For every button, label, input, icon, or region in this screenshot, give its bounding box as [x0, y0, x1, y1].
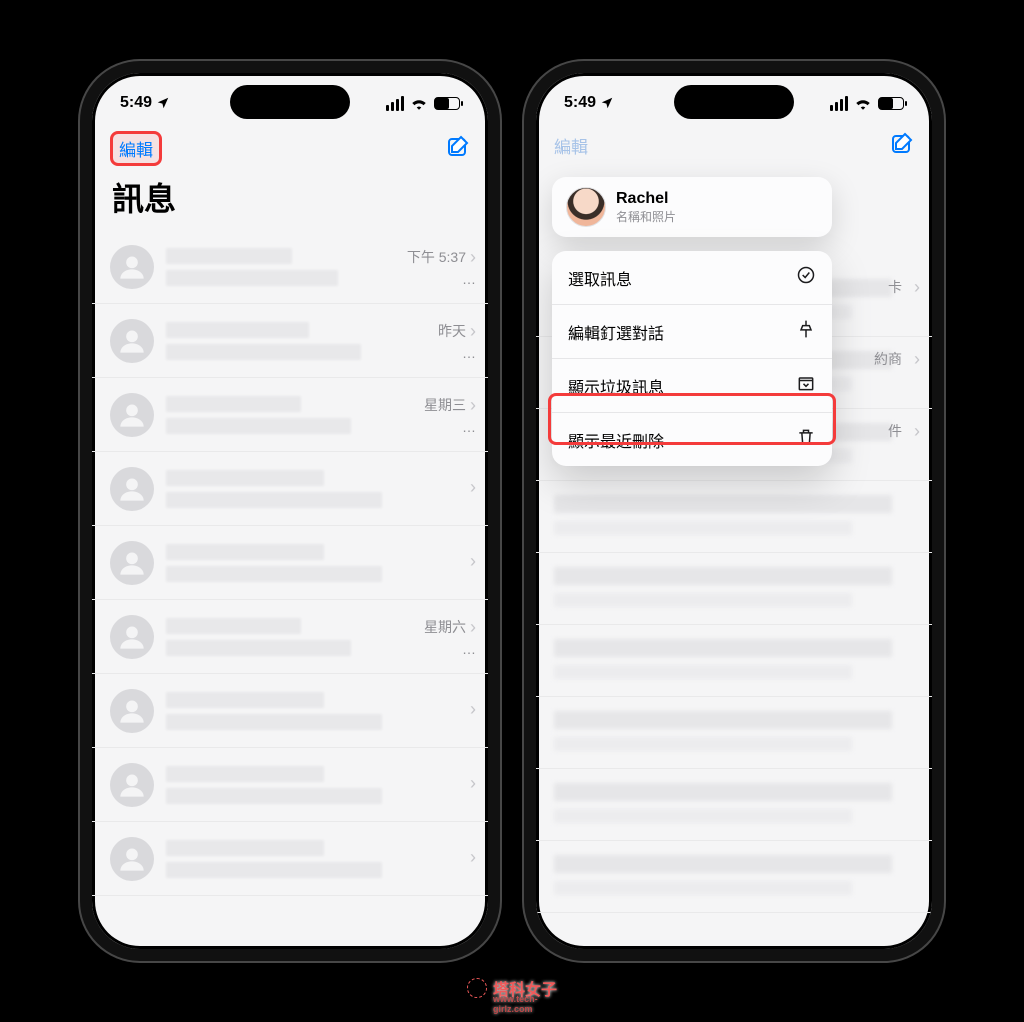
edit-menu: 選取訊息 編輯釘選對話 顯示垃圾訊息 顯示最近刪除	[552, 251, 832, 466]
message-row[interactable]: ›	[92, 822, 488, 896]
battery-icon	[434, 97, 460, 110]
avatar-icon	[110, 319, 154, 363]
chevron-right-icon: ›	[470, 774, 476, 792]
message-timestamp: 下午 5:37	[407, 247, 466, 267]
status-time: 5:49	[120, 94, 152, 112]
message-preview	[166, 766, 454, 804]
watermark-url: www.tech-girlz.com	[493, 994, 557, 1014]
bg-fragment: 件	[888, 421, 902, 441]
chevron-right-icon: ›	[470, 478, 476, 496]
phone-left: 5:49 編輯 訊息	[80, 61, 500, 961]
message-preview	[166, 470, 454, 508]
chevron-right-icon: ›	[470, 700, 476, 718]
avatar-icon	[110, 689, 154, 733]
menu-item-label: 顯示垃圾訊息	[568, 374, 664, 398]
message-row[interactable]: 昨天 › …	[92, 304, 488, 378]
chevron-right-icon: ›	[470, 248, 476, 266]
message-preview	[166, 692, 454, 730]
check-circle-icon	[796, 265, 816, 290]
message-preview	[166, 840, 454, 878]
wifi-icon	[854, 96, 872, 110]
chevron-right-icon: ›	[914, 349, 920, 370]
location-icon	[600, 96, 614, 110]
message-row[interactable]: 下午 5:37 › …	[92, 230, 488, 304]
menu-item-pin[interactable]: 編輯釘選對話	[552, 305, 832, 359]
avatar-icon	[110, 393, 154, 437]
memoji-avatar	[566, 187, 606, 227]
message-preview	[166, 322, 426, 360]
phone-right: 5:49 編輯 卡 › 約商	[524, 61, 944, 961]
message-row[interactable]: ›	[92, 674, 488, 748]
profile-name: Rachel	[616, 190, 676, 208]
message-row[interactable]: ›	[92, 748, 488, 822]
edit-button[interactable]: 編輯	[110, 131, 162, 166]
background-message-list: 卡 › 約商 › 件 ›	[536, 125, 932, 949]
status-time: 5:49	[564, 94, 596, 112]
nav-bar: 編輯	[92, 125, 488, 168]
menu-item-archive[interactable]: 顯示垃圾訊息	[552, 359, 832, 413]
menu-item-label: 選取訊息	[568, 266, 632, 290]
location-icon	[156, 96, 170, 110]
cellular-icon	[386, 96, 404, 111]
message-list: 下午 5:37 › … 昨天 › … 星期三	[92, 230, 488, 896]
message-row[interactable]: ›	[92, 526, 488, 600]
avatar-icon	[110, 467, 154, 511]
message-row[interactable]: ›	[92, 452, 488, 526]
message-row[interactable]: 星期三 › …	[92, 378, 488, 452]
menu-item-label: 顯示最近刪除	[568, 428, 664, 452]
chevron-right-icon: ›	[470, 848, 476, 866]
cellular-icon	[830, 96, 848, 111]
avatar-icon	[110, 245, 154, 289]
menu-item-label: 編輯釘選對話	[568, 320, 664, 344]
pin-icon	[796, 319, 816, 344]
watermark-icon	[467, 978, 487, 998]
profile-card[interactable]: Rachel 名稱和照片	[552, 177, 832, 237]
dynamic-island	[230, 85, 350, 119]
bg-fragment: 卡	[888, 277, 902, 297]
wifi-icon	[410, 96, 428, 110]
message-preview	[166, 248, 395, 286]
chevron-right-icon: ›	[470, 552, 476, 570]
avatar-icon	[110, 837, 154, 881]
battery-icon	[878, 97, 904, 110]
chevron-right-icon: ›	[470, 322, 476, 340]
chevron-right-icon: ›	[914, 421, 920, 442]
message-timestamp: 星期六	[424, 617, 466, 637]
avatar-icon	[110, 615, 154, 659]
trash-icon	[796, 427, 816, 452]
chevron-right-icon: ›	[470, 618, 476, 636]
message-row[interactable]: 星期六 › …	[92, 600, 488, 674]
menu-item-trash[interactable]: 顯示最近刪除	[552, 413, 832, 466]
avatar-icon	[110, 541, 154, 585]
archive-icon	[796, 373, 816, 398]
message-preview	[166, 396, 412, 434]
message-preview	[166, 544, 454, 582]
page-title: 訊息	[92, 168, 488, 230]
bg-fragment: 約商	[874, 349, 902, 369]
message-timestamp: 星期三	[424, 395, 466, 415]
dynamic-island	[674, 85, 794, 119]
message-preview	[166, 618, 412, 656]
compose-button[interactable]	[446, 134, 470, 163]
avatar-icon	[110, 763, 154, 807]
chevron-right-icon: ›	[914, 277, 920, 298]
message-timestamp: 昨天	[438, 321, 466, 341]
chevron-right-icon: ›	[470, 396, 476, 414]
profile-subtitle: 名稱和照片	[616, 208, 676, 225]
watermark: 塔科女子 www.tech-girlz.com	[467, 976, 557, 1000]
menu-item-check-circle[interactable]: 選取訊息	[552, 251, 832, 305]
